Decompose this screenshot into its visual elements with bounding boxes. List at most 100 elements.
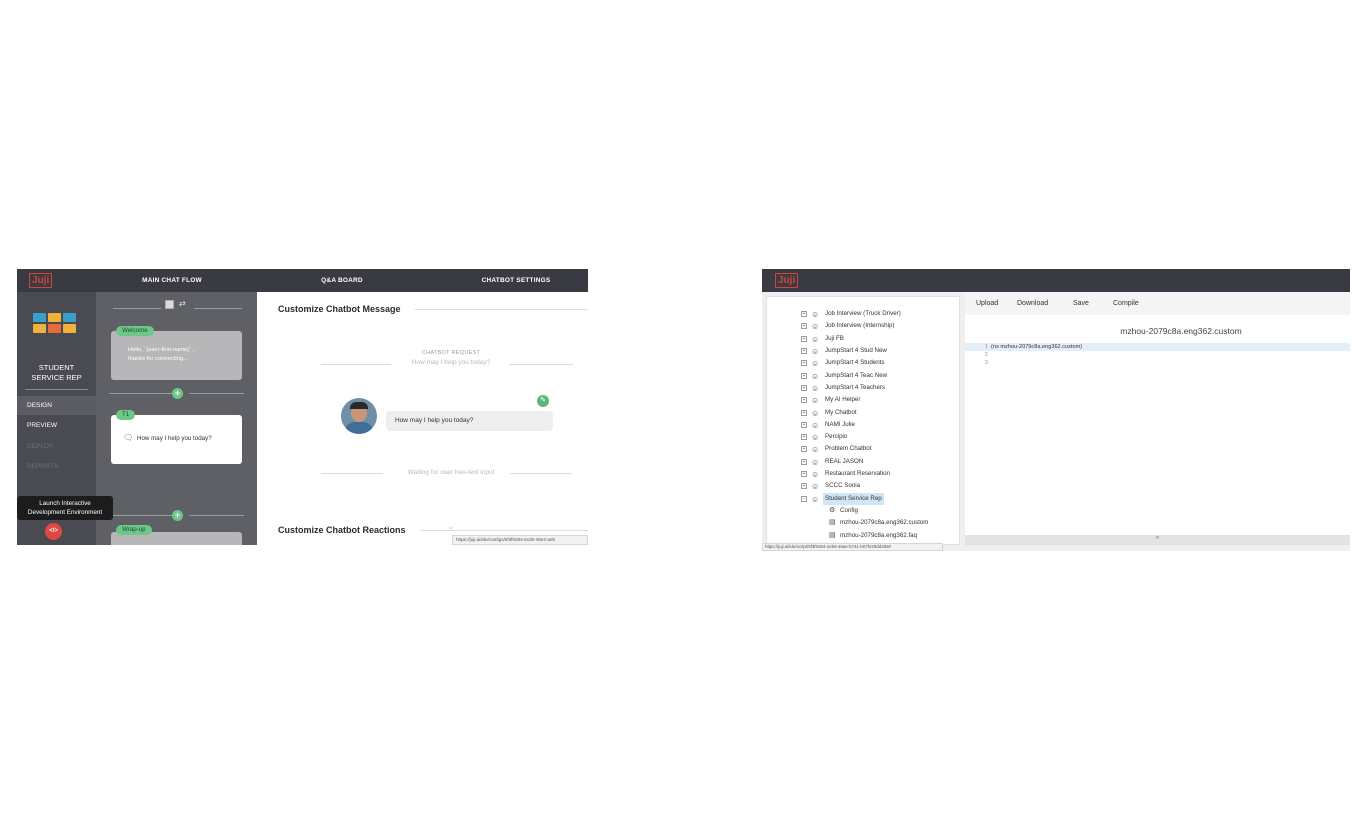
- tab-qa-board[interactable]: Q&A BOARD: [287, 269, 397, 292]
- expand-icon[interactable]: +: [801, 360, 807, 366]
- tree-item-label: Restaurant Reservation: [825, 470, 891, 477]
- welcome-text-line2: thanks for connecting...: [128, 356, 188, 362]
- expand-icon[interactable]: +: [801, 434, 807, 440]
- sidebar-item-preview[interactable]: PREVIEW: [17, 416, 96, 435]
- add-node-button[interactable]: +: [172, 388, 183, 399]
- tab-chatbot-settings[interactable]: CHATBOT SETTINGS: [461, 269, 571, 292]
- flow-line: [189, 393, 244, 394]
- editor-toolbar: Upload Download Save Compile: [965, 292, 1350, 315]
- launch-ide-button[interactable]: </>: [45, 523, 62, 540]
- branch-icon[interactable]: ⇄: [179, 299, 186, 309]
- robot-icon: ☺: [811, 433, 820, 442]
- code-text[interactable]: (ns mzhou-2079c8a.eng362.custom): [991, 344, 1082, 350]
- expand-icon[interactable]: +: [801, 385, 807, 391]
- juji-logo[interactable]: Juji: [775, 273, 799, 288]
- flow-line: [109, 393, 179, 394]
- t1-text: How may I help you today?: [137, 435, 212, 442]
- tree-item-label: Job Interview (Internship): [825, 322, 895, 329]
- expand-icon[interactable]: +: [801, 422, 807, 428]
- expand-icon[interactable]: +: [801, 336, 807, 342]
- line-number: 2: [984, 352, 988, 358]
- gear-icon: ⚙: [829, 507, 836, 514]
- robot-icon: ☺: [811, 310, 820, 319]
- expand-icon[interactable]: +: [801, 471, 807, 477]
- expand-icon[interactable]: +: [801, 311, 807, 317]
- tooltip-line1: Launch Interactive: [39, 500, 91, 507]
- divider: [510, 473, 572, 474]
- download-button[interactable]: Download: [1017, 292, 1048, 315]
- code-editor-pane: Upload Download Save Compile mzhou-2079c…: [965, 292, 1350, 551]
- compile-button[interactable]: Compile: [1113, 292, 1139, 315]
- bot-avatar-icon: [33, 313, 77, 335]
- robot-icon: ☺: [811, 372, 820, 381]
- edit-icon[interactable]: ✎: [537, 395, 549, 407]
- tree-item-label: Problem Chatbot: [825, 445, 872, 452]
- code-line[interactable]: 1 (ns mzhou-2079c8a.eng362.custom): [965, 343, 1350, 351]
- tree-item-label: JumpStart 4 Teac New: [825, 372, 888, 379]
- robot-icon: ☺: [811, 409, 820, 418]
- file-icon: ▤: [829, 532, 836, 539]
- collapse-icon[interactable]: −: [801, 496, 807, 502]
- expand-icon[interactable]: +: [801, 348, 807, 354]
- juji-logo[interactable]: Juji: [29, 273, 53, 288]
- tree-item-label: SCCC Sonia: [825, 482, 861, 489]
- sidebar-item-reports[interactable]: REPORTS: [17, 457, 96, 476]
- save-button[interactable]: Save: [1073, 292, 1089, 315]
- add-node-button[interactable]: +: [172, 510, 183, 521]
- robot-icon: ☺: [811, 396, 820, 405]
- chat-flow-panel: ⇄ Hello, `(user-first-name)` , thanks fo…: [96, 292, 257, 545]
- code-line[interactable]: 2: [965, 351, 991, 359]
- customize-message-title: Customize Chatbot Message: [278, 304, 401, 314]
- upload-button[interactable]: Upload: [976, 292, 998, 315]
- code-line[interactable]: 3: [965, 359, 991, 367]
- bot-avatar-photo: [341, 398, 377, 434]
- collapse-panel-button[interactable]: ^: [965, 535, 1350, 545]
- tab-main-chat-flow[interactable]: MAIN CHAT FLOW: [117, 269, 227, 292]
- expand-icon[interactable]: +: [801, 459, 807, 465]
- divider: [321, 364, 391, 365]
- expand-icon[interactable]: +: [801, 410, 807, 416]
- divider: [25, 389, 88, 390]
- chat-bubble[interactable]: How may I help you today?: [386, 411, 553, 431]
- sidebar-item-deploy[interactable]: DEPLOY: [17, 437, 96, 456]
- tree-item-label: Juji FB: [825, 335, 844, 342]
- tree-item-label: Student Service Rep: [823, 493, 884, 505]
- message-editor-panel: Customize Chatbot Message CHATBOT REQUES…: [257, 292, 588, 545]
- robot-icon: ☺: [811, 359, 820, 368]
- ide-screenshot: Juji + ☺ Job Interview (Truck Driver) + ☺ Jo…: [762, 269, 1350, 551]
- t1-badge[interactable]: T1: [116, 410, 136, 420]
- tree-child-label: mzhou-2079c8a.eng362.custom: [840, 519, 929, 526]
- flow-line: [109, 515, 179, 516]
- line-number: 1: [984, 344, 988, 350]
- customize-reactions-title: Customize Chatbot Reactions: [278, 525, 406, 535]
- divider: [509, 364, 573, 365]
- file-title: mzhou-2079c8a.eng362.custom: [1120, 326, 1242, 336]
- document-icon[interactable]: [165, 300, 174, 309]
- robot-icon: ☺: [811, 470, 820, 479]
- sidebar-item-design[interactable]: DESIGN: [17, 396, 96, 415]
- wrapup-badge[interactable]: Wrap-up: [116, 525, 152, 535]
- tree-child-label: Config: [840, 507, 858, 514]
- expand-icon[interactable]: +: [801, 397, 807, 403]
- bot-name-line2: SERVICE REP: [31, 373, 82, 382]
- project-tree-pane: + ☺ Job Interview (Truck Driver) + ☺ Job Int…: [762, 292, 965, 551]
- expand-icon[interactable]: +: [801, 323, 807, 329]
- code-area[interactable]: mzhou-2079c8a.eng362.custom 1 (ns mzhou-2…: [965, 315, 1350, 535]
- status-url: https://juji.ai/ide/configs/5f3f6284-6cd…: [452, 535, 588, 545]
- robot-icon: ☺: [811, 445, 820, 454]
- robot-icon: ☺: [811, 421, 820, 430]
- robot-icon: ☺: [811, 347, 820, 356]
- welcome-card[interactable]: Hello, `(user-first-name)` , thanks for …: [111, 331, 242, 380]
- bot-name-line1: STUDENT: [38, 363, 75, 372]
- welcome-text: Hello, `(user-first-name)` , thanks for …: [128, 346, 194, 364]
- expand-icon[interactable]: +: [801, 373, 807, 379]
- t1-card[interactable]: 🗨 How may I help you today?: [111, 415, 242, 464]
- chevron-down-icon[interactable]: ⌄: [447, 521, 455, 531]
- welcome-text-line1: Hello, `(user-first-name)` ,: [128, 347, 195, 353]
- tree-item-label: JumpStart 4 Stud New: [825, 347, 887, 354]
- expand-icon[interactable]: +: [801, 483, 807, 489]
- expand-icon[interactable]: +: [801, 446, 807, 452]
- tree-item-label: JumpStart 4 Teachers: [825, 384, 886, 391]
- welcome-badge[interactable]: Welcome: [116, 326, 154, 336]
- flow-line: [189, 515, 244, 516]
